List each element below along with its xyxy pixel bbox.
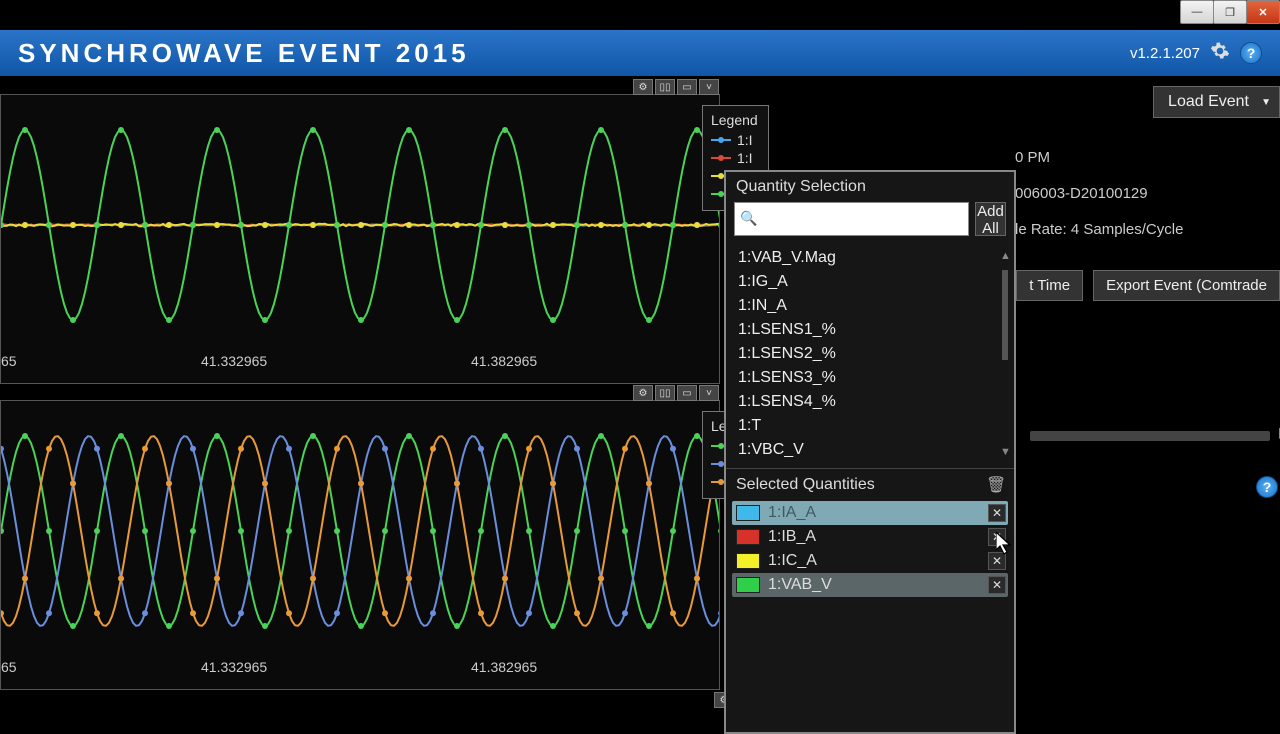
color-swatch	[736, 529, 760, 545]
quantity-selection-title: Quantity Selection	[726, 172, 1014, 202]
info-time: 0 PM	[1015, 140, 1270, 176]
trash-icon[interactable]: 🗑	[986, 475, 1006, 495]
help-icon[interactable]: ?	[1240, 42, 1262, 64]
xtick: 65	[1, 353, 17, 369]
chart-single-icon[interactable]: ▭	[677, 385, 697, 401]
info-rate: le Rate: 4 Samples/Cycle	[1015, 212, 1270, 248]
legend-title: Legend	[711, 112, 758, 128]
chart-1-xaxis: 65 41.332965 41.382965	[1, 353, 719, 373]
legend-item[interactable]: 1:I	[711, 150, 758, 166]
mouse-cursor	[996, 532, 1016, 558]
quantity-selection-panel: Quantity Selection 🔍 Add All ▲ ▼ 1:VAB_V…	[724, 170, 1016, 734]
selected-quantity-row[interactable]: 1:IC_A✕	[732, 549, 1008, 573]
chart-dropdown-icon[interactable]: ˅	[699, 79, 719, 95]
selected-quantity-row[interactable]: 1:VAB_V ✕	[732, 573, 1008, 597]
chart-gear-icon[interactable]: ⚙	[633, 79, 653, 95]
chart-panel-1: ⚙ ▯▯ ▭ ˅ Legend 1:I1:I1:I1:V 65 41.33296…	[0, 94, 720, 384]
chart-dropdown-icon[interactable]: ˅	[699, 385, 719, 401]
quantity-search-input[interactable]	[734, 202, 969, 236]
chart-3-toolbar: ✕ ▯ ▯▯ ⚙	[0, 692, 800, 710]
quantity-item[interactable]: 1:LSENS4_%	[734, 390, 1006, 414]
scroll-up-icon[interactable]: ▲	[1000, 250, 1010, 262]
scroll-down-icon[interactable]: ▼	[1000, 446, 1010, 458]
color-swatch	[736, 553, 760, 569]
chart-dual-icon[interactable]: ▯▯	[655, 79, 675, 95]
app-version: v1.2.1.207	[1130, 45, 1200, 62]
quantity-item[interactable]: 1:VAB_V.Mag	[734, 246, 1006, 270]
chart-dual-icon[interactable]: ▯▯	[655, 385, 675, 401]
app-title: SYNCHROWAVE EVENT 2015	[18, 38, 470, 69]
remove-quantity-icon[interactable]: ✕	[988, 504, 1006, 522]
color-swatch	[736, 505, 760, 521]
timeline-scrollbar[interactable]	[1030, 431, 1270, 441]
remove-quantity-icon[interactable]: ✕	[988, 576, 1006, 594]
xtick: 65	[1, 659, 17, 675]
chart-2-plot[interactable]	[1, 411, 719, 649]
legend-item[interactable]: 1:I	[711, 132, 758, 148]
chart-gear-icon[interactable]: ⚙	[633, 385, 653, 401]
chart-panel-2: ⚙ ▯▯ ▭ ˅ Legend 1:V1:V1:V 65 41.332965 4…	[0, 400, 720, 690]
time-button[interactable]: t Time	[1016, 270, 1083, 301]
color-swatch	[736, 577, 760, 593]
selected-quantity-row[interactable]: 1:IB_A✕	[732, 525, 1008, 549]
maximize-button[interactable]: ❐	[1213, 0, 1247, 24]
add-all-button[interactable]: Add All	[975, 202, 1006, 236]
legend-swatch	[711, 157, 731, 159]
quantity-item[interactable]: 1:VBC_V	[734, 438, 1006, 462]
quantity-item[interactable]: 1:LSENS1_%	[734, 318, 1006, 342]
selected-quantity-label: 1:VAB_V	[768, 576, 832, 594]
legend-label: 1:I	[737, 150, 753, 166]
event-info: 0 PM 006003-D20100129 le Rate: 4 Samples…	[1015, 140, 1270, 248]
selected-quantities-list: 1:IA_A ✕ 1:IB_A✕1:IC_A✕ 1:VAB_V ✕	[726, 499, 1014, 599]
selected-quantity-row[interactable]: 1:IA_A ✕	[732, 501, 1008, 525]
xtick: 41.332965	[201, 659, 267, 675]
help-icon[interactable]: ?	[1256, 476, 1278, 498]
quantity-item[interactable]: 1:LSENS2_%	[734, 342, 1006, 366]
minimize-button[interactable]: —	[1180, 0, 1214, 24]
quantity-item[interactable]: 1:T	[734, 414, 1006, 438]
quantity-item[interactable]: 1:IN_A	[734, 294, 1006, 318]
quantity-item[interactable]: 1:IG_A	[734, 270, 1006, 294]
scroll-thumb[interactable]	[1002, 270, 1008, 360]
selected-quantity-label: 1:IA_A	[768, 504, 816, 522]
titlebar: SYNCHROWAVE EVENT 2015 v1.2.1.207 ?	[0, 30, 1280, 76]
xtick: 41.332965	[201, 353, 267, 369]
close-button[interactable]: ✕	[1246, 0, 1280, 24]
xtick: 41.382965	[471, 353, 537, 369]
chart-2-xaxis: 65 41.332965 41.382965	[1, 659, 719, 679]
export-button[interactable]: Export Event (Comtrade	[1093, 270, 1280, 301]
legend-label: 1:I	[737, 132, 753, 148]
settings-gear-icon[interactable]	[1210, 41, 1230, 66]
selected-quantity-label: 1:IB_A	[768, 528, 816, 546]
load-event-button[interactable]: Load Event	[1153, 86, 1280, 118]
quantity-list[interactable]: ▲ ▼ 1:VAB_V.Mag1:IG_A1:IN_A1:LSENS1_%1:L…	[726, 244, 1014, 464]
chart-1-plot[interactable]	[1, 105, 719, 343]
quantity-item[interactable]: 1:LSENS3_%	[734, 366, 1006, 390]
info-file: 006003-D20100129	[1015, 176, 1270, 212]
selected-quantity-label: 1:IC_A	[768, 552, 817, 570]
legend-swatch	[711, 139, 731, 141]
search-icon: 🔍	[740, 210, 757, 227]
chart-single-icon[interactable]: ▭	[677, 79, 697, 95]
selected-quantities-title: Selected Quantities	[736, 476, 875, 494]
xtick: 41.382965	[471, 659, 537, 675]
